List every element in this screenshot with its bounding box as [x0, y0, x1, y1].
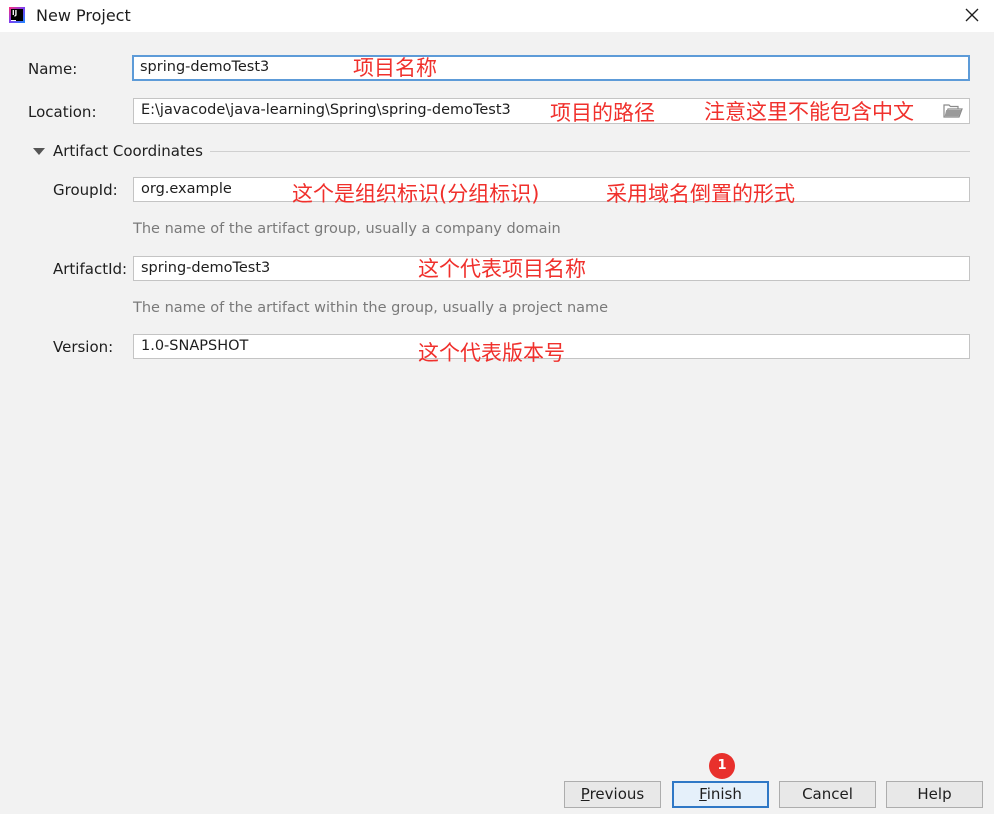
- close-icon: [965, 8, 979, 22]
- name-input[interactable]: spring-demoTest3: [132, 55, 970, 81]
- cancel-button[interactable]: Cancel: [779, 781, 876, 808]
- groupid-hint: The name of the artifact group, usually …: [133, 221, 561, 237]
- name-annotation: 项目名称: [353, 56, 437, 80]
- folder-icon: [943, 104, 963, 118]
- finish-button[interactable]: Finish: [672, 781, 769, 808]
- section-title: Artifact Coordinates: [53, 142, 203, 160]
- artifactid-hint: The name of the artifact within the grou…: [133, 300, 609, 316]
- title-bar: IJ New Project: [0, 0, 994, 32]
- groupid-input[interactable]: org.example: [133, 177, 970, 202]
- section-divider: [210, 151, 970, 152]
- version-label: Version:: [53, 338, 114, 356]
- triangle-down-icon: [33, 148, 45, 155]
- browse-folder-button[interactable]: [943, 103, 963, 119]
- location-warning-annotation: 注意这里不能包含中文: [704, 100, 914, 124]
- window-title: New Project: [36, 6, 131, 25]
- name-label: Name:: [28, 60, 78, 78]
- step-badge: 1: [709, 753, 735, 779]
- close-button[interactable]: [964, 6, 980, 24]
- groupid-annotation-2: 采用域名倒置的形式: [606, 182, 795, 206]
- version-annotation: 这个代表版本号: [418, 341, 565, 365]
- groupid-label: GroupId:: [53, 181, 118, 199]
- intellij-app-icon: IJ: [9, 7, 25, 23]
- help-button[interactable]: Help: [886, 781, 983, 808]
- location-annotation: 项目的路径: [550, 101, 655, 125]
- artifactid-annotation: 这个代表项目名称: [418, 257, 586, 281]
- previous-button[interactable]: Previous: [564, 781, 661, 808]
- location-label: Location:: [28, 103, 97, 121]
- artifactid-label: ArtifactId:: [53, 260, 128, 278]
- groupid-annotation: 这个是组织标识(分组标识): [292, 182, 540, 206]
